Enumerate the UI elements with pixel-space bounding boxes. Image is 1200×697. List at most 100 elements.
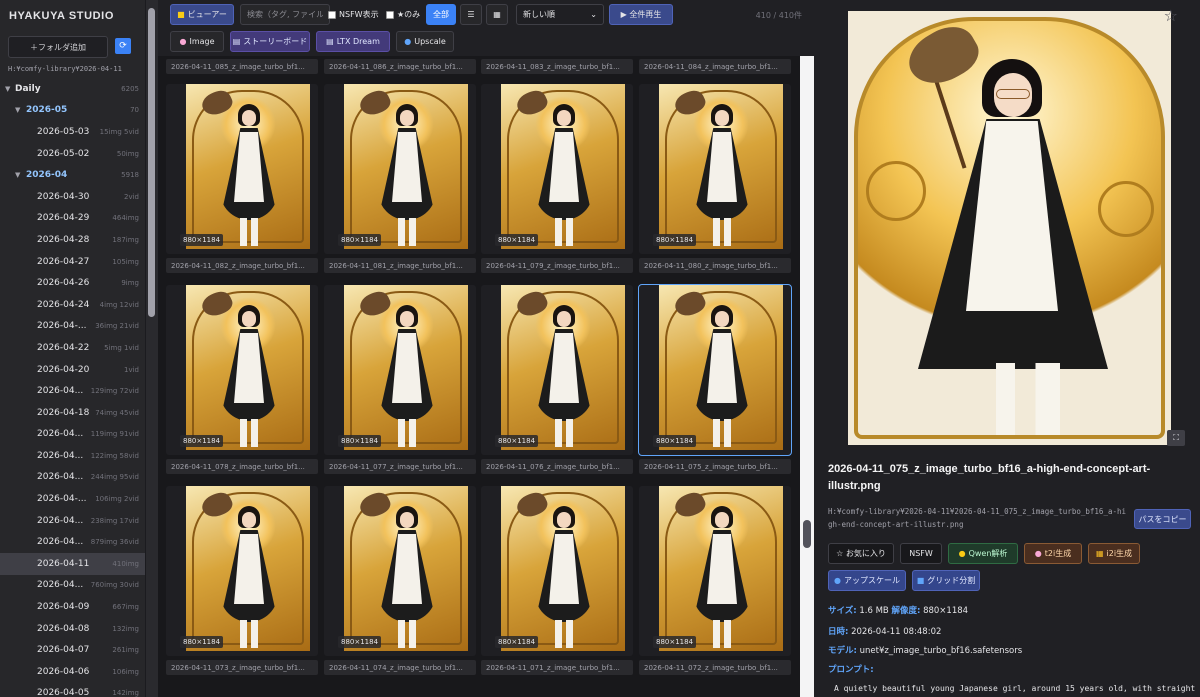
tree-item[interactable]: 2026-05-02 50img bbox=[0, 143, 145, 165]
tree-item[interactable]: 2026-05-03 15img 5vid bbox=[0, 121, 145, 143]
tree-item[interactable]: 2026-04-... 36img 21vid bbox=[0, 316, 145, 338]
thumbnail-image[interactable] bbox=[344, 84, 468, 249]
tree-item[interactable]: 2026-04-24 4img 12vid bbox=[0, 294, 145, 316]
card-filename[interactable]: 2026-04-11_071_z_image_turbo_bf1... bbox=[481, 660, 633, 675]
sidebar-scroll-thumb[interactable] bbox=[148, 8, 155, 317]
tree-item[interactable]: 2026-04... 238img 17vid bbox=[0, 510, 145, 532]
i2i-generate-button[interactable]: ▦ i2i生成 bbox=[1088, 543, 1140, 564]
image-card[interactable]: 880×1184 bbox=[639, 84, 791, 254]
tree-item[interactable]: 2026-04-11 410img bbox=[0, 553, 145, 575]
thumbnail-image[interactable] bbox=[501, 285, 625, 450]
tree-item[interactable]: ▼ 2026-05 70 bbox=[0, 100, 145, 122]
card-filename[interactable]: 2026-04-11_083_z_image_turbo_bf1... bbox=[481, 59, 633, 74]
image-card[interactable]: 880×1184 bbox=[324, 84, 476, 254]
tree-item[interactable]: 2026-04-09 667img bbox=[0, 596, 145, 618]
tree-item[interactable]: 2026-04-22 5img 1vid bbox=[0, 337, 145, 359]
thumbnail-image[interactable] bbox=[659, 285, 783, 450]
caret-down-icon[interactable]: ▼ bbox=[5, 85, 10, 93]
ltx-dream-workflow-button[interactable]: ▤ LTX Dream bbox=[316, 31, 390, 52]
tree-item[interactable]: 2026-04... 122img 58vid bbox=[0, 445, 145, 467]
card-filename[interactable]: 2026-04-11_079_z_image_turbo_bf1... bbox=[481, 258, 633, 273]
image-card[interactable]: 880×1184 bbox=[166, 486, 318, 656]
tree-item[interactable]: 2026-04-29 464img bbox=[0, 208, 145, 230]
upscale-button[interactable]: ● アップスケール bbox=[828, 570, 906, 591]
card-filename[interactable]: 2026-04-11_084_z_image_turbo_bf1... bbox=[639, 59, 791, 74]
grid-view-icon[interactable]: ▦ bbox=[486, 4, 508, 25]
fav-only-checkbox[interactable]: ★のみ bbox=[386, 9, 420, 20]
tree-item[interactable]: 2026-04-07 261img bbox=[0, 639, 145, 661]
card-filename[interactable]: 2026-04-11_080_z_image_turbo_bf1... bbox=[639, 258, 791, 273]
search-input[interactable] bbox=[240, 4, 330, 25]
play-all-button[interactable]: ▶ 全件再生 bbox=[609, 4, 673, 25]
t2i-generate-button[interactable]: ● t2i生成 bbox=[1024, 543, 1082, 564]
thumbnail-image[interactable] bbox=[659, 84, 783, 249]
tree-item[interactable]: 2026-04... 244img 95vid bbox=[0, 467, 145, 489]
thumbnail-image[interactable] bbox=[344, 486, 468, 651]
tree-item[interactable]: 2026-04-27 105img bbox=[0, 251, 145, 273]
thumbnail-image[interactable] bbox=[501, 486, 625, 651]
card-filename[interactable]: 2026-04-11_073_z_image_turbo_bf1... bbox=[166, 660, 318, 675]
refresh-icon[interactable]: ⟳ bbox=[115, 38, 131, 54]
thumbnail-image[interactable] bbox=[186, 84, 310, 249]
tree-item[interactable]: 2026-04-28 187img bbox=[0, 229, 145, 251]
grid-split-button[interactable]: ■ グリッド分割 bbox=[912, 570, 980, 591]
card-filename[interactable]: 2026-04-11_075_z_image_turbo_bf1... bbox=[639, 459, 791, 474]
nsfw-checkbox-box[interactable] bbox=[328, 10, 336, 19]
sidebar-scrollbar[interactable] bbox=[146, 0, 158, 697]
image-card[interactable]: 880×1184 bbox=[481, 285, 633, 455]
tree-item[interactable]: 2026-04... 119img 91vid bbox=[0, 424, 145, 446]
image-workflow-button[interactable]: ● Image bbox=[170, 31, 224, 52]
image-card[interactable]: 880×1184 bbox=[166, 285, 318, 455]
tree-item[interactable]: 2026-04-06 106img bbox=[0, 661, 145, 683]
tree-item[interactable]: 2026-04... 879img 36vid bbox=[0, 531, 145, 553]
card-filename[interactable]: 2026-04-11_082_z_image_turbo_bf1... bbox=[166, 258, 318, 273]
card-filename[interactable]: 2026-04-11_078_z_image_turbo_bf1... bbox=[166, 459, 318, 474]
card-filename[interactable]: 2026-04-11_086_z_image_turbo_bf1... bbox=[324, 59, 476, 74]
thumbnail-image[interactable] bbox=[186, 486, 310, 651]
image-card[interactable]: 880×1184 bbox=[638, 284, 792, 456]
storyboard-workflow-button[interactable]: ▤ ストーリーボード bbox=[230, 31, 310, 52]
tree-item[interactable]: 2026-04... 760img 30vid bbox=[0, 575, 145, 597]
tree-item[interactable]: ▼ Daily 6205 bbox=[0, 78, 145, 100]
tree-item[interactable]: 2026-04-30 2vid bbox=[0, 186, 145, 208]
image-card[interactable]: 880×1184 bbox=[481, 84, 633, 254]
fav-only-checkbox-box[interactable] bbox=[386, 10, 394, 19]
tree-item[interactable]: 2026-04-... 106img 2vid bbox=[0, 488, 145, 510]
image-card[interactable]: 880×1184 bbox=[324, 285, 476, 455]
tree-item[interactable]: 2026-04-20 1vid bbox=[0, 359, 145, 381]
favorite-star-icon[interactable]: ☆ bbox=[1164, 6, 1178, 25]
thumbnail-image[interactable] bbox=[186, 285, 310, 450]
thumbnail-image[interactable] bbox=[344, 285, 468, 450]
copy-path-button[interactable]: パスをコピー bbox=[1134, 509, 1191, 529]
tree-item[interactable]: 2026-04-18 74img 45vid bbox=[0, 402, 145, 424]
preview-image[interactable] bbox=[848, 11, 1171, 445]
image-card[interactable]: 880×1184 bbox=[166, 84, 318, 254]
upscale-workflow-button[interactable]: ● Upscale bbox=[396, 31, 454, 52]
thumbnail-image[interactable] bbox=[501, 84, 625, 249]
card-filename[interactable]: 2026-04-11_074_z_image_turbo_bf1... bbox=[324, 660, 476, 675]
tree-item[interactable]: 2026-04-26 9img bbox=[0, 272, 145, 294]
fullscreen-icon[interactable]: ⛶ bbox=[1167, 430, 1185, 446]
sort-select[interactable]: 新しい順 ⌄ bbox=[516, 4, 604, 25]
tree-item[interactable]: 2026-04... 129img 72vid bbox=[0, 380, 145, 402]
viewer-button[interactable]: ■ ビューアー bbox=[170, 4, 234, 25]
filter-all-button[interactable]: 全部 bbox=[426, 4, 456, 25]
caret-down-icon[interactable]: ▼ bbox=[15, 106, 20, 114]
card-filename[interactable]: 2026-04-11_077_z_image_turbo_bf1... bbox=[324, 459, 476, 474]
grid-scroll-thumb[interactable] bbox=[803, 520, 811, 548]
nsfw-checkbox[interactable]: NSFW表示 bbox=[328, 9, 379, 20]
tree-item[interactable]: ▼ 2026-04 5918 bbox=[0, 164, 145, 186]
image-card[interactable]: 880×1184 bbox=[324, 486, 476, 656]
add-folder-button[interactable]: ＋フォルダ追加 bbox=[8, 36, 108, 58]
tree-item[interactable]: 2026-04-08 132img bbox=[0, 618, 145, 640]
nsfw-button[interactable]: NSFW bbox=[900, 543, 942, 564]
card-filename[interactable]: 2026-04-11_081_z_image_turbo_bf1... bbox=[324, 258, 476, 273]
qwen-analyze-button[interactable]: ● Qwen解析 bbox=[948, 543, 1018, 564]
image-card[interactable]: 880×1184 bbox=[481, 486, 633, 656]
favorite-button[interactable]: ☆ お気に入り bbox=[828, 543, 894, 564]
thumbnail-image[interactable] bbox=[659, 486, 783, 651]
caret-down-icon[interactable]: ▼ bbox=[15, 171, 20, 179]
card-filename[interactable]: 2026-04-11_072_z_image_turbo_bf1... bbox=[639, 660, 791, 675]
card-filename[interactable]: 2026-04-11_076_z_image_turbo_bf1... bbox=[481, 459, 633, 474]
tree-item[interactable]: 2026-04-05 142img bbox=[0, 683, 145, 697]
